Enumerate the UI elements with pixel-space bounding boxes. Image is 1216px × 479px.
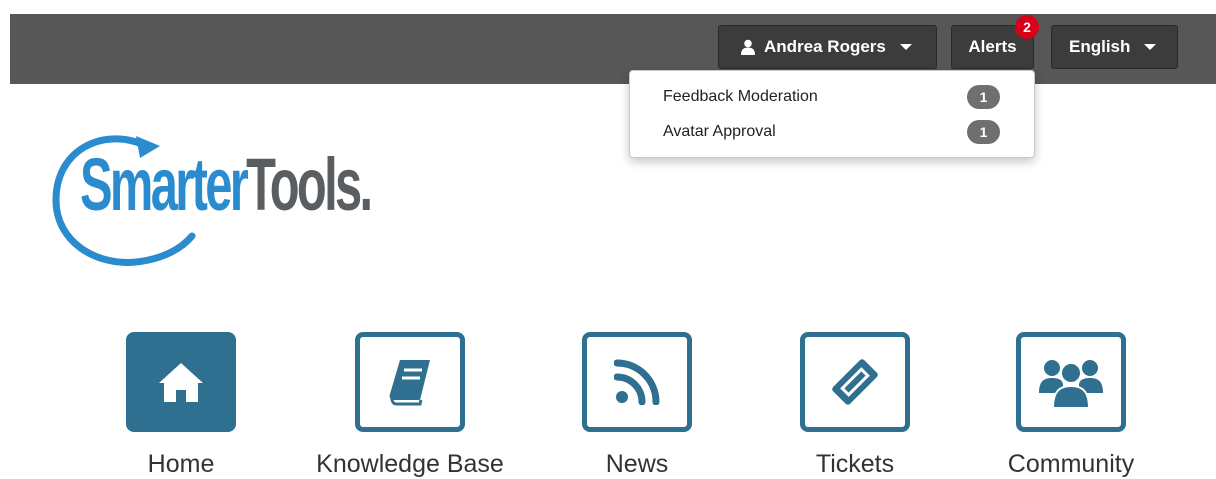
nav-tickets[interactable]: Tickets [745, 332, 965, 478]
alerts-dropdown: Feedback Moderation 1 Avatar Approval 1 [629, 70, 1035, 158]
nav-tickets-tile [800, 332, 910, 432]
alert-item-avatar-approval[interactable]: Avatar Approval 1 [630, 115, 1034, 149]
book-icon [389, 360, 430, 406]
alert-item-label: Avatar Approval [663, 123, 776, 140]
user-name: Andrea Rogers [764, 37, 886, 56]
alert-item-count: 1 [967, 120, 1000, 144]
logo-wordmark: SmarterTools. [80, 140, 373, 230]
nav-community-tile [1016, 332, 1126, 432]
alerts-label: Alerts [968, 37, 1017, 56]
alert-item-feedback-moderation[interactable]: Feedback Moderation 1 [630, 80, 1034, 114]
nav-news[interactable]: News [527, 332, 747, 478]
chevron-down-icon [1144, 44, 1157, 50]
rss-icon [614, 359, 660, 405]
chevron-down-icon [899, 44, 912, 50]
user-menu-button[interactable]: Andrea Rogers [718, 25, 937, 69]
logo-text-tools: Tools. [246, 143, 373, 226]
language-select[interactable]: English [1051, 25, 1178, 69]
user-icon [741, 39, 755, 55]
nav-knowledge-base[interactable]: Knowledge Base [300, 332, 520, 478]
nav-home-tile [126, 332, 236, 432]
logo-text-smarter: Smarter [80, 143, 249, 226]
home-icon [159, 363, 203, 402]
nav-home[interactable]: Home [71, 332, 291, 478]
language-label: English [1069, 37, 1131, 56]
smartertools-logo[interactable]: SmarterTools. [52, 132, 392, 268]
users-icon [1039, 360, 1103, 409]
ticket-icon [832, 359, 878, 405]
nav-news-tile [582, 332, 692, 432]
alerts-count-badge: 2 [1015, 15, 1039, 39]
alert-item-label: Feedback Moderation [663, 88, 818, 105]
nav-knowledge-base-tile [355, 332, 465, 432]
alert-item-count: 1 [967, 85, 1000, 109]
nav-community[interactable]: Community [961, 332, 1181, 478]
